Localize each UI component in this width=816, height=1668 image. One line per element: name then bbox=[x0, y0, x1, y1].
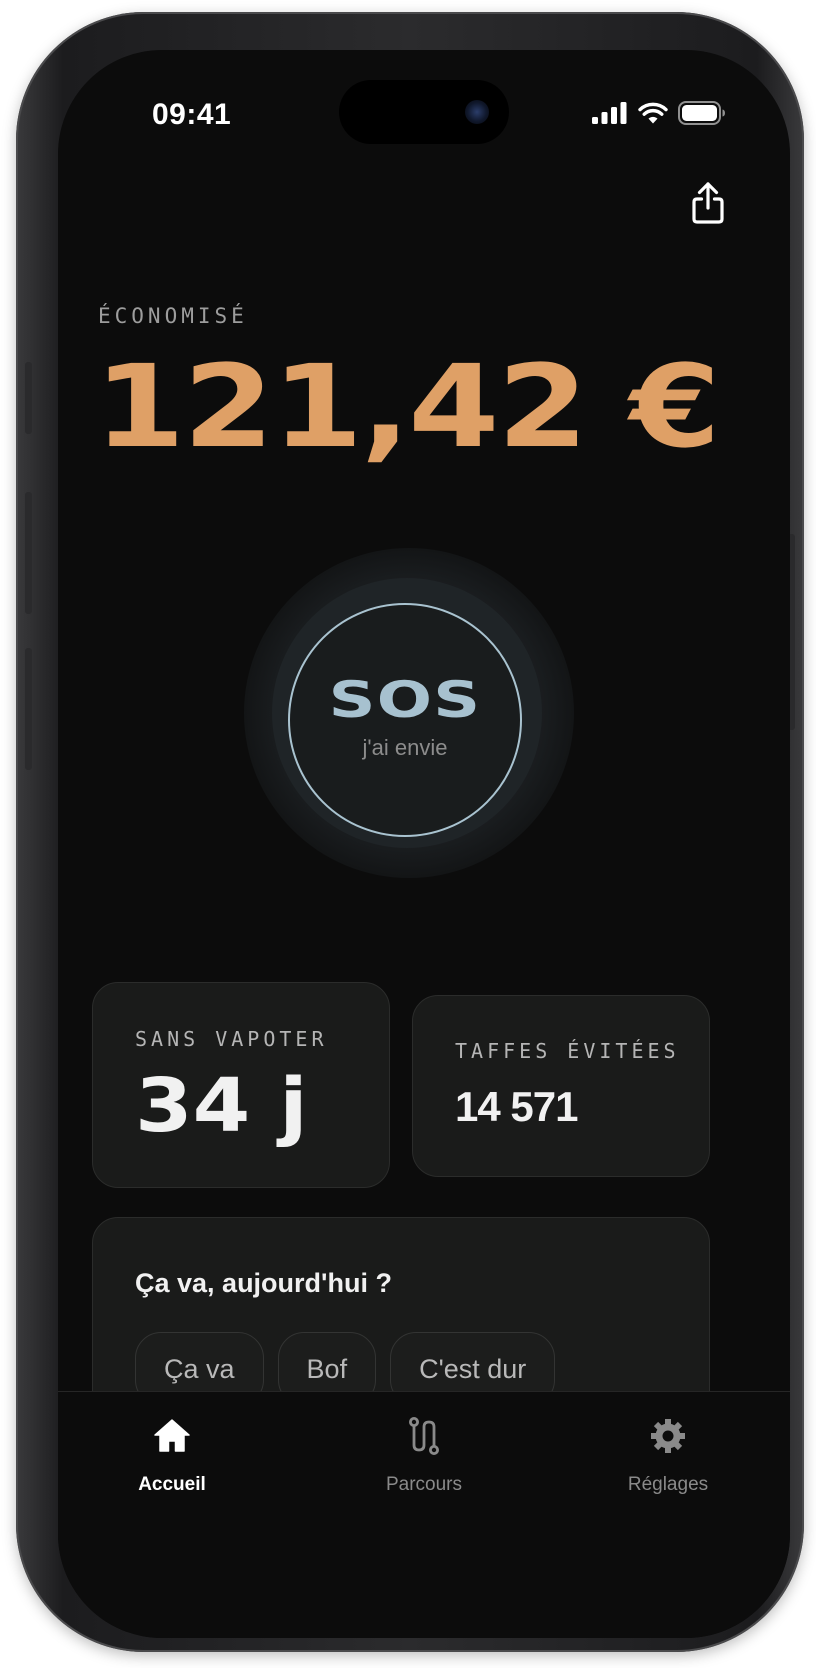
dynamic-island bbox=[339, 80, 509, 144]
tab-home[interactable]: Accueil bbox=[72, 1392, 272, 1512]
cellular-signal-icon bbox=[592, 102, 627, 124]
status-time: 09:41 bbox=[152, 98, 232, 131]
tab-route-label: Parcours bbox=[385, 1474, 463, 1495]
tab-route[interactable]: Parcours bbox=[324, 1392, 524, 1512]
days-value: 34 j bbox=[135, 1063, 308, 1149]
route-icon bbox=[409, 1417, 439, 1455]
wifi-icon bbox=[638, 102, 668, 124]
mood-question: Ça va, aujourd'hui ? bbox=[135, 1268, 392, 1298]
savings-label: ÉCONOMISÉ bbox=[98, 304, 248, 328]
tab-bar: Accueil Parcours Réglages bbox=[58, 1391, 790, 1638]
home-icon bbox=[154, 1419, 190, 1452]
volume-down-button bbox=[25, 648, 32, 770]
camera-icon bbox=[465, 100, 489, 124]
days-label: SANS VAPOTER bbox=[135, 1027, 328, 1051]
tab-home-label: Accueil bbox=[138, 1474, 206, 1495]
puffs-label: TAFFES ÉVITÉES bbox=[455, 1039, 680, 1063]
sos-subtitle: j'ai envie bbox=[362, 735, 448, 760]
battery-icon bbox=[678, 101, 725, 125]
sos-button[interactable]: SOS j'ai envie bbox=[288, 603, 522, 837]
tab-settings-label: Réglages bbox=[627, 1474, 709, 1495]
tab-settings[interactable]: Réglages bbox=[568, 1392, 768, 1512]
status-icons bbox=[592, 98, 726, 128]
gear-icon bbox=[651, 1419, 685, 1453]
sos-title: SOS bbox=[328, 671, 482, 729]
share-icon bbox=[692, 182, 724, 224]
days-without-vaping-card: SANS VAPOTER 34 j bbox=[92, 982, 390, 1188]
puffs-avoided-card: TAFFES ÉVITÉES 14 571 bbox=[412, 995, 710, 1177]
volume-up-button bbox=[25, 492, 32, 614]
share-button[interactable] bbox=[688, 180, 728, 226]
action-button bbox=[25, 362, 32, 434]
phone-frame: 09:41 ÉCONOMISÉ 121,42 € SOS j'ai envie … bbox=[16, 12, 804, 1652]
app-screen: 09:41 ÉCONOMISÉ 121,42 € SOS j'ai envie … bbox=[58, 50, 790, 1638]
savings-amount: 121,42 € bbox=[94, 340, 721, 473]
puffs-value: 14 571 bbox=[455, 1083, 578, 1130]
